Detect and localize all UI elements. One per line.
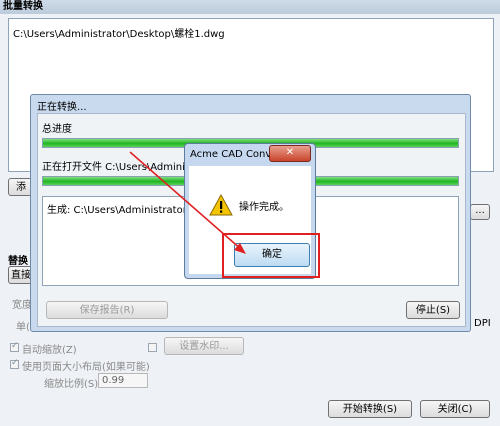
close-icon[interactable]: ✕ — [269, 145, 311, 162]
close-button[interactable]: 关闭(C) — [420, 400, 490, 418]
watermark-checkbox[interactable] — [148, 343, 157, 352]
overall-progress-label: 总进度 — [42, 124, 72, 135]
use-page-size-checkbox[interactable] — [10, 358, 19, 369]
start-convert-button[interactable]: 开始转换(S) — [328, 400, 412, 418]
save-report-button[interactable]: 保存报告(R) — [46, 301, 168, 319]
window-title: 批量转换 — [0, 0, 500, 14]
width-label: 宽度 — [12, 300, 32, 311]
warning-icon — [209, 194, 233, 216]
auto-zoom-checkbox[interactable] — [10, 341, 19, 352]
list-item[interactable]: C:\Users\Administrator\Desktop\螺栓1.dwg — [13, 25, 225, 40]
auto-zoom-label: 自动缩放(Z) — [22, 345, 77, 356]
unit-label: 单( — [16, 322, 30, 333]
scale-label: 缩放比例(S) — [44, 379, 99, 390]
watermark-button[interactable]: 设置水印... — [164, 337, 244, 355]
scale-input[interactable]: 0.99 — [98, 373, 148, 388]
dpi-label: DPI — [474, 318, 491, 329]
stop-button[interactable]: 停止(S) — [406, 301, 460, 319]
highlight-box — [222, 233, 320, 278]
message-text: 操作完成。 — [239, 202, 289, 213]
use-page-size-label: 使用页面大小布局(如果可能) — [22, 362, 150, 373]
replace-label: 替换​ — [8, 256, 28, 267]
browse-button[interactable]: ... — [470, 204, 490, 220]
progress-dialog-title: 正在转换... — [37, 102, 87, 113]
